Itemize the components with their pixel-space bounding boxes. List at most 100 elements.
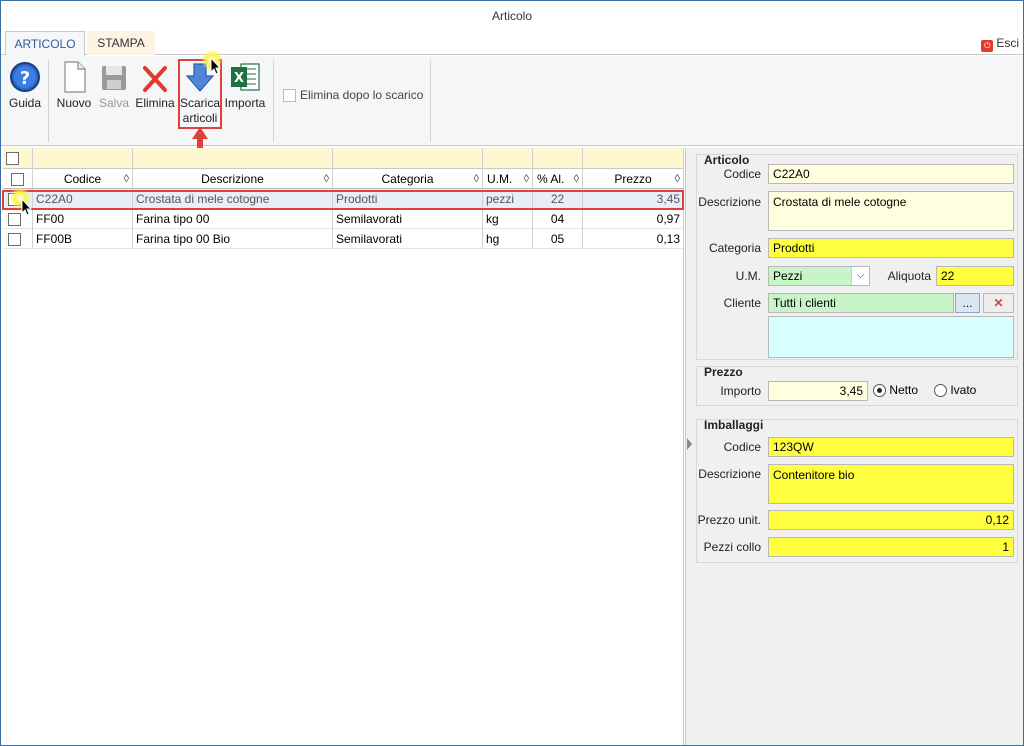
checkbox-box[interactable] (11, 173, 24, 187)
guida-button[interactable]: ? Guida (7, 60, 43, 110)
cliente-list[interactable] (768, 316, 1014, 358)
window-title: Articolo (1, 1, 1023, 31)
column-header-categoria[interactable]: Categoria ◊ (333, 169, 483, 189)
descrizione-label: Descrizione (698, 195, 761, 209)
power-icon: ⏻ (981, 40, 994, 52)
mouse-cursor-icon (21, 198, 33, 216)
cell-al: 04 (533, 209, 583, 229)
netto-label: Netto (889, 383, 919, 397)
cell-descrizione: Farina tipo 00 Bio (133, 229, 333, 249)
salva-button[interactable]: Salva (97, 60, 131, 110)
articolo-group-title: Articolo (704, 153, 750, 167)
radio-button[interactable] (934, 384, 947, 398)
checkbox-box[interactable] (283, 89, 296, 103)
elimina-button[interactable]: Elimina (135, 60, 175, 110)
grid-header: Codice ◊ Descrizione ◊ Categoria ◊ U.M. ◊ % … (3, 169, 684, 189)
exit-button[interactable]: ⏻ Esci (981, 35, 1019, 52)
cell-um: hg (483, 229, 533, 249)
panel-splitter[interactable] (685, 148, 693, 745)
sort-icon: ◊ (523, 173, 529, 185)
cell-codice: FF00 (33, 209, 133, 229)
grid-filter-row (3, 148, 684, 169)
um-select[interactable]: Pezzi ⌵ (768, 266, 870, 286)
salva-label: Salva (98, 96, 130, 110)
importo-field[interactable]: 3,45 (768, 381, 868, 401)
filter-select-all[interactable] (3, 148, 33, 169)
ivato-label: Ivato (950, 383, 977, 397)
codice-field[interactable]: C22A0 (768, 164, 1014, 184)
cliente-label: Cliente (723, 296, 761, 310)
tab-stampa[interactable]: STAMPA (87, 31, 155, 55)
svg-text:?: ? (20, 68, 30, 89)
header-label: Codice (63, 172, 102, 186)
ribbon-separator (48, 60, 49, 142)
categoria-field[interactable]: Prodotti (768, 238, 1014, 258)
cell-codice: FF00B (33, 229, 133, 249)
elimina-dopo-checkbox[interactable]: Elimina dopo lo scarico (283, 88, 424, 103)
articolo-group: Articolo Codice C22A0 Descrizione Crosta… (696, 153, 1018, 360)
sort-icon: ◊ (473, 173, 479, 185)
cell-categoria: Semilavorati (333, 209, 483, 229)
header-select-all[interactable] (3, 169, 33, 189)
filter-descrizione[interactable] (133, 148, 333, 169)
header-label: Categoria (381, 172, 434, 186)
imb-codice-field[interactable]: 123QW (768, 437, 1014, 457)
pezzi-collo-field[interactable]: 1 (768, 537, 1014, 557)
aliquota-label: Aliquota (887, 269, 931, 283)
cell-al: 05 (533, 229, 583, 249)
categoria-label: Categoria (708, 241, 761, 255)
descrizione-field[interactable]: Crostata di mele cotogne (768, 191, 1014, 231)
column-header-descrizione[interactable]: Descrizione ◊ (133, 169, 333, 189)
cliente-field[interactable]: Tutti i clienti (768, 293, 954, 313)
column-header-um[interactable]: U.M. ◊ (483, 169, 533, 189)
selected-row-highlight-box (2, 190, 684, 210)
filter-prezzo[interactable] (583, 148, 684, 169)
ivato-radio[interactable]: Ivato (934, 383, 977, 398)
cell-prezzo: 0,13 (583, 229, 684, 249)
nuovo-button[interactable]: Nuovo (55, 60, 93, 110)
svg-text:X: X (234, 71, 244, 86)
pezzi-collo-label: Pezzi collo (703, 540, 761, 554)
excel-icon: X (229, 60, 261, 94)
column-header-al[interactable]: % Al. ◊ (533, 169, 583, 189)
elimina-dopo-label: Elimina dopo lo scarico (300, 88, 424, 102)
checkbox-box[interactable] (8, 233, 21, 247)
ribbon-tabstrip: ARTICOLO STAMPA (1, 31, 1023, 56)
mouse-cursor-icon (210, 57, 222, 75)
importa-button[interactable]: X Importa (223, 60, 267, 110)
netto-radio[interactable]: Netto (873, 383, 919, 398)
radio-button[interactable] (873, 384, 886, 398)
imb-descrizione-field[interactable]: Contenitore bio (768, 464, 1014, 504)
tab-articolo[interactable]: ARTICOLO (5, 31, 85, 56)
article-window: Articolo ARTICOLO STAMPA ⏻ Esci ? Guida N… (0, 0, 1024, 746)
aliquota-field[interactable]: 22 (936, 266, 1014, 286)
row-checkbox[interactable] (3, 229, 33, 249)
imballaggi-group: Imballaggi Codice 123QW Descrizione Cont… (696, 418, 1018, 563)
sort-icon: ◊ (573, 173, 579, 185)
um-label: U.M. (735, 269, 761, 283)
save-icon (98, 60, 130, 94)
cliente-browse-button[interactable]: ... (955, 293, 980, 313)
filter-al[interactable] (533, 148, 583, 169)
table-row[interactable]: FF00 Farina tipo 00 Semilavorati kg 04 0… (3, 209, 684, 229)
articles-grid: Codice ◊ Descrizione ◊ Categoria ◊ U.M. ◊ % … (3, 148, 684, 745)
checkbox-box[interactable] (6, 152, 19, 166)
cell-prezzo: 0,97 (583, 209, 684, 229)
prezzo-group: Prezzo Importo 3,45 Netto Ivato (696, 365, 1018, 406)
prezzo-unit-field[interactable]: 0,12 (768, 510, 1014, 530)
filter-codice[interactable] (33, 148, 133, 169)
collapse-arrow-icon[interactable] (687, 438, 692, 450)
importo-label: Importo (720, 384, 761, 398)
prezzo-unit-label: Prezzo unit. (697, 513, 761, 527)
column-header-codice[interactable]: Codice ◊ (33, 169, 133, 189)
filter-um[interactable] (483, 148, 533, 169)
clear-icon[interactable]: ✕ (983, 293, 1014, 313)
elimina-label: Elimina (135, 96, 175, 110)
checkbox-box[interactable] (8, 213, 21, 227)
header-label: Descrizione (201, 172, 264, 186)
column-header-prezzo[interactable]: Prezzo ◊ (583, 169, 684, 189)
imballaggi-group-title: Imballaggi (704, 418, 764, 432)
filter-categoria[interactable] (333, 148, 483, 169)
table-row[interactable]: FF00B Farina tipo 00 Bio Semilavorati hg… (3, 229, 684, 249)
cell-categoria: Semilavorati (333, 229, 483, 249)
